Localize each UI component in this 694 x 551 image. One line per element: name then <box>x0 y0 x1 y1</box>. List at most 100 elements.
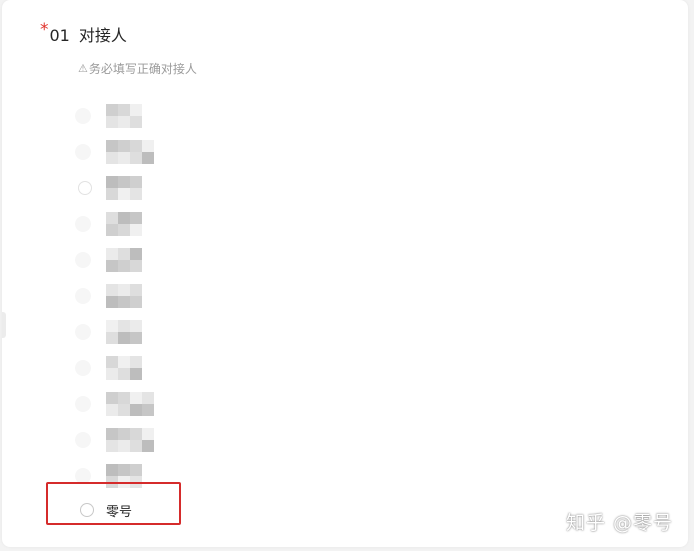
mosaic-pixel <box>118 320 130 332</box>
mosaic-pixel <box>130 116 142 128</box>
mosaic-pixel <box>130 224 142 236</box>
blurred-option-item <box>72 356 192 380</box>
mosaic-pixel <box>130 332 142 344</box>
mosaic-pixel <box>106 140 118 152</box>
blurred-option-item <box>72 428 192 452</box>
blurred-radio <box>75 324 91 340</box>
mosaic-pixel <box>130 260 142 272</box>
mosaic-pixel <box>106 116 118 128</box>
mosaic-pixel <box>118 152 130 164</box>
mosaic-pixel <box>106 224 118 236</box>
question-hint-text: 务必填写正确对接人 <box>88 62 197 76</box>
mosaic-pixel <box>106 404 118 416</box>
mosaic-pixel <box>118 212 130 224</box>
blurred-option-item <box>72 248 192 272</box>
mosaic-block <box>106 140 154 164</box>
mosaic-pixel <box>130 368 142 380</box>
scroll-edge-indicator <box>2 312 6 338</box>
mosaic-pixel <box>118 188 130 200</box>
mosaic-pixel <box>118 296 130 308</box>
mosaic-pixel <box>130 248 142 260</box>
mosaic-pixel <box>106 188 118 200</box>
required-mark: * <box>40 20 49 40</box>
mosaic-pixel <box>118 368 130 380</box>
mosaic-pixel <box>118 440 130 452</box>
mosaic-pixel <box>130 320 142 332</box>
mosaic-pixel <box>142 428 154 440</box>
mosaic-pixel <box>106 212 118 224</box>
survey-card: * 01 对接人 ⚠ 务必填写正确对接人 零号 <box>2 0 688 547</box>
blurred-radio <box>75 396 91 412</box>
blurred-radio <box>75 252 91 268</box>
mosaic-block <box>106 320 142 344</box>
mosaic-pixel <box>130 440 142 452</box>
mosaic-pixel <box>130 176 142 188</box>
blurred-radio <box>75 144 91 160</box>
blurred-radio <box>75 360 91 376</box>
blurred-option-item <box>72 392 192 416</box>
blurred-option-item <box>72 140 192 164</box>
mosaic-pixel <box>142 140 154 152</box>
blurred-radio <box>75 108 91 124</box>
mosaic-pixel <box>118 356 130 368</box>
mosaic-pixel <box>130 404 142 416</box>
mosaic-pixel <box>118 260 130 272</box>
mosaic-pixel <box>106 464 118 476</box>
blurred-radio <box>75 288 91 304</box>
mosaic-pixel <box>130 392 142 404</box>
mosaic-pixel <box>130 356 142 368</box>
mosaic-block <box>106 356 142 380</box>
mosaic-pixel <box>118 176 130 188</box>
mosaic-block <box>106 176 142 200</box>
mosaic-pixel <box>142 404 154 416</box>
blurred-option-item <box>72 320 192 344</box>
mosaic-pixel <box>106 104 118 116</box>
mosaic-pixel <box>106 332 118 344</box>
mosaic-pixel <box>130 464 142 476</box>
mosaic-pixel <box>118 224 130 236</box>
mosaic-pixel <box>118 140 130 152</box>
mosaic-pixel <box>130 104 142 116</box>
mosaic-pixel <box>130 188 142 200</box>
blurred-option-item <box>72 212 192 236</box>
highlight-box <box>46 482 181 525</box>
mosaic-pixel <box>118 392 130 404</box>
mosaic-block <box>106 392 154 416</box>
blurred-option-item <box>72 284 192 308</box>
mosaic-pixel <box>106 176 118 188</box>
mosaic-block <box>106 212 142 236</box>
mosaic-pixel <box>142 440 154 452</box>
mosaic-pixel <box>106 356 118 368</box>
mosaic-pixel <box>106 284 118 296</box>
blurred-radio <box>78 181 92 195</box>
blurred-option-item <box>72 176 192 200</box>
mosaic-pixel <box>130 428 142 440</box>
mosaic-pixel <box>106 152 118 164</box>
question-title: 对接人 <box>78 26 127 45</box>
mosaic-pixel <box>142 152 154 164</box>
mosaic-pixel <box>130 152 142 164</box>
blurred-radio <box>75 432 91 448</box>
mosaic-pixel <box>130 296 142 308</box>
mosaic-pixel <box>118 116 130 128</box>
mosaic-pixel <box>106 428 118 440</box>
mosaic-pixel <box>106 320 118 332</box>
mosaic-pixel <box>118 104 130 116</box>
mosaic-pixel <box>130 212 142 224</box>
mosaic-pixel <box>118 428 130 440</box>
mosaic-pixel <box>118 248 130 260</box>
mosaic-block <box>106 284 142 308</box>
mosaic-pixel <box>130 140 142 152</box>
blurred-option-item <box>72 104 192 128</box>
mosaic-pixel <box>106 260 118 272</box>
mosaic-pixel <box>142 392 154 404</box>
mosaic-pixel <box>106 368 118 380</box>
question-number: 01 <box>49 26 70 45</box>
mosaic-pixel <box>118 464 130 476</box>
mosaic-block <box>106 248 142 272</box>
warning-icon: ⚠ <box>78 62 88 75</box>
mosaic-pixel <box>106 296 118 308</box>
mosaic-pixel <box>118 332 130 344</box>
mosaic-pixel <box>106 392 118 404</box>
watermark: 知乎 @零号 <box>566 512 674 534</box>
